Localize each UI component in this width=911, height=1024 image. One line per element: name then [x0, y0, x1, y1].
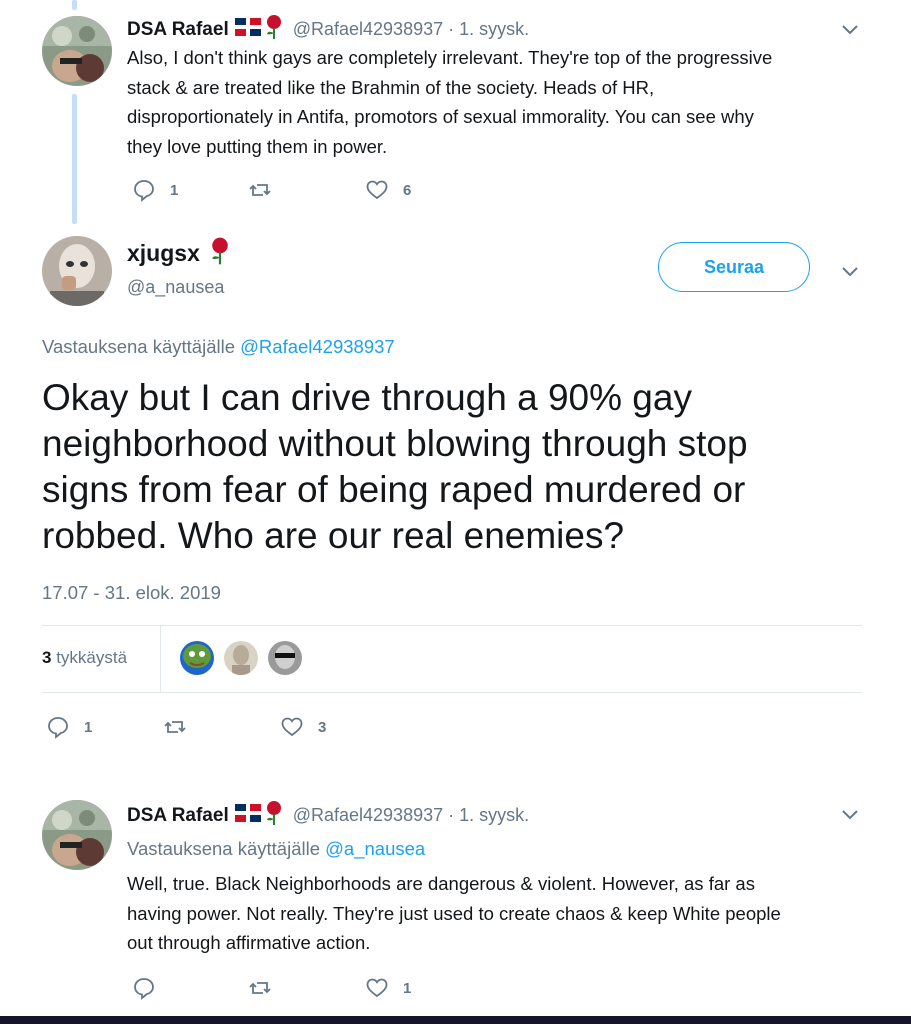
timestamp[interactable]: 17.07 - 31. elok. 2019: [42, 582, 221, 604]
reply-context: Vastauksena käyttäjälle @a_nausea: [127, 838, 426, 859]
vertical-divider: [160, 626, 161, 692]
avatar[interactable]: [180, 641, 214, 675]
tweet-text: Also, I don't think gays are completely …: [127, 47, 773, 157]
chevron-down-icon[interactable]: [840, 262, 860, 282]
mention-link[interactable]: @a_nausea: [325, 838, 425, 859]
mention-link[interactable]: @Rafael42938937: [240, 336, 395, 357]
like-button[interactable]: 3: [280, 715, 326, 739]
reply-button[interactable]: [132, 976, 156, 1000]
tweet-header: DSA Rafael @Rafael42938937 · 1. syysk.: [127, 14, 529, 45]
tweet-text: Okay but I can drive through a 90% gay n…: [42, 377, 748, 556]
handle-and-date[interactable]: @Rafael42938937 · 1. syysk.: [293, 805, 529, 826]
dominican-flag-icon: [234, 18, 261, 41]
reply-button[interactable]: 1: [46, 715, 92, 739]
liker-avatars: [180, 641, 302, 675]
like-button[interactable]: 6: [365, 178, 411, 202]
retweet-button[interactable]: [163, 715, 187, 739]
retweet-button[interactable]: [248, 178, 272, 202]
avatar[interactable]: [42, 236, 112, 306]
dominican-flag-icon: [234, 804, 261, 827]
bottom-bar: [0, 1016, 911, 1024]
tweet-text: Well, true. Black Neighborhoods are dang…: [127, 873, 781, 953]
follow-button[interactable]: Seuraa: [658, 242, 810, 292]
handle[interactable]: @a_nausea: [127, 277, 230, 298]
like-button[interactable]: 1: [365, 976, 411, 1000]
divider: [42, 625, 862, 626]
heart-icon: [281, 717, 303, 737]
display-name[interactable]: DSA Rafael: [127, 19, 229, 41]
display-name[interactable]: xjugsx: [127, 240, 200, 267]
heart-icon: [366, 978, 388, 998]
reply-icon: [134, 180, 154, 202]
avatar[interactable]: [268, 641, 302, 675]
rose-icon: [265, 14, 283, 45]
retweet-icon: [249, 184, 271, 196]
rose-icon: [265, 800, 283, 831]
reply-icon: [48, 717, 68, 739]
avatar[interactable]: [224, 641, 258, 675]
retweet-icon: [249, 982, 271, 994]
avatar[interactable]: [42, 800, 112, 870]
reply-button[interactable]: 1: [132, 178, 178, 202]
chevron-down-icon[interactable]: [840, 20, 860, 40]
retweet-button[interactable]: [248, 976, 272, 1000]
likes-summary[interactable]: 3 tykkäystä: [42, 648, 127, 668]
tweet-header: DSA Rafael @Rafael42938937 · 1. syysk.: [127, 800, 529, 831]
reply-context: Vastauksena käyttäjälle @Rafael42938937: [42, 336, 395, 357]
display-name[interactable]: DSA Rafael: [127, 805, 229, 827]
heart-icon: [366, 180, 388, 200]
handle-and-date[interactable]: @Rafael42938937 · 1. syysk.: [293, 19, 529, 40]
reply-icon: [134, 978, 154, 1000]
avatar[interactable]: [42, 16, 112, 86]
rose-icon: [210, 236, 230, 271]
thread-line-top: [72, 0, 77, 10]
retweet-icon: [164, 721, 186, 733]
divider: [42, 692, 862, 693]
thread-line-connector: [72, 94, 77, 224]
author-info: xjugsx @a_nausea: [127, 236, 230, 298]
chevron-down-icon[interactable]: [840, 805, 860, 825]
